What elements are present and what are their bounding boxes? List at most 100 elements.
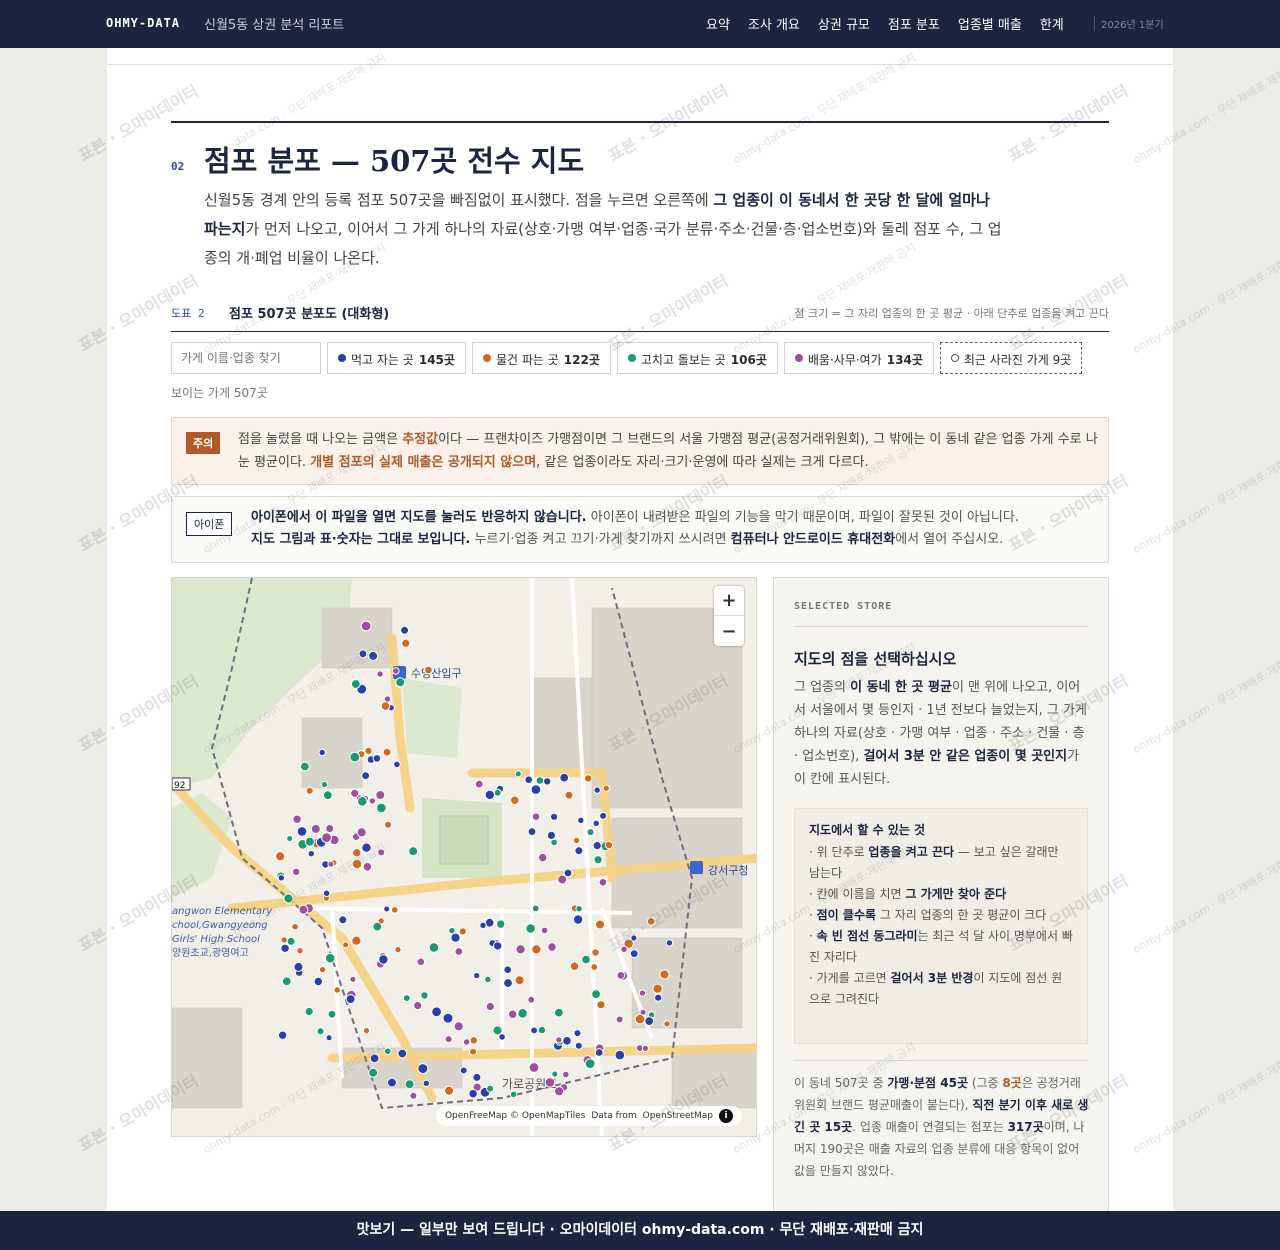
store-dot[interactable] [351,935,362,946]
store-dot[interactable] [338,915,348,925]
store-dot[interactable] [562,1036,572,1046]
store-dot[interactable] [378,954,389,965]
store-dot[interactable] [444,1035,453,1044]
map-canvas[interactable]: 수명산입구 강서구청 angwon Elementary chool,Gwang… [172,578,757,1137]
store-dot[interactable] [468,1088,478,1099]
store-dot[interactable] [584,1058,596,1070]
store-dot[interactable] [291,922,299,931]
store-dot[interactable] [368,1067,379,1078]
store-dot[interactable] [630,934,638,942]
store-dot[interactable] [420,991,429,1000]
store-dot[interactable] [395,677,406,688]
store-dot[interactable] [318,965,327,974]
attribution-link[interactable]: OpenStreetMap [643,1111,713,1121]
store-dot[interactable] [292,814,302,824]
store-dot[interactable] [280,936,288,944]
store-map[interactable]: 수명산입구 강서구청 angwon Elementary chool,Gwang… [171,577,757,1137]
store-dot[interactable] [554,1007,564,1018]
store-dot[interactable] [402,994,411,1003]
store-dot[interactable] [474,779,484,789]
store-dot[interactable] [304,1006,314,1017]
store-dot[interactable] [327,860,335,868]
store-dot[interactable] [300,761,310,772]
store-dot[interactable] [531,812,541,821]
filter-chip-retail[interactable]: 물건 파는 곳 122곳 [471,342,611,374]
store-dot[interactable] [453,1021,464,1032]
store-dot[interactable] [584,774,593,783]
store-dot[interactable] [472,1072,482,1082]
store-dot[interactable] [361,771,371,781]
store-dot[interactable] [351,858,363,870]
store-dot[interactable] [358,649,368,659]
store-search-input[interactable] [171,342,321,374]
store-dot[interactable] [550,838,558,847]
store-dot[interactable] [620,945,628,953]
filter-chip-repair-care[interactable]: 고치고 돌보는 곳 106곳 [616,342,778,374]
store-dot[interactable] [431,1006,443,1018]
store-dot[interactable] [393,760,401,769]
store-dot[interactable] [387,1077,397,1088]
store-dot[interactable] [616,971,626,980]
nav-link-limits[interactable]: 한계 [1040,14,1064,33]
store-dot[interactable] [362,862,373,872]
store-dot[interactable] [362,1026,371,1035]
store-dot[interactable] [307,850,316,858]
store-dot[interactable] [444,1085,454,1096]
store-dot[interactable] [572,914,584,925]
store-dot[interactable] [310,823,321,834]
store-dot[interactable] [325,1034,333,1042]
store-dot[interactable] [543,777,552,786]
store-dot[interactable] [349,975,357,983]
store-dot[interactable] [531,944,542,955]
store-dot[interactable] [479,921,487,929]
store-dot[interactable] [486,1084,495,1093]
store-dot[interactable] [392,667,400,675]
store-dot[interactable] [469,1036,478,1045]
store-dot[interactable] [277,874,286,882]
store-dot[interactable] [528,1062,540,1073]
store-dot[interactable] [493,941,503,951]
store-dot[interactable] [286,936,296,946]
store-dot[interactable] [322,790,333,801]
store-dot[interactable] [598,878,608,887]
store-dot[interactable] [473,972,481,980]
store-dot[interactable] [325,824,335,833]
store-dot[interactable] [404,1079,415,1090]
store-dot[interactable] [538,852,548,863]
store-dot[interactable] [594,1048,604,1057]
store-dot[interactable] [417,1063,429,1075]
store-dot[interactable] [376,802,387,814]
store-dot[interactable] [535,776,545,785]
store-dot[interactable] [364,746,373,755]
nav-link-summary[interactable]: 요약 [706,14,730,33]
store-dot[interactable] [296,826,308,837]
store-dot[interactable] [360,620,372,632]
store-dot[interactable] [350,788,360,798]
store-dot[interactable] [281,976,292,987]
store-dot[interactable] [304,836,315,847]
store-dot[interactable] [322,889,331,898]
store-dot[interactable] [593,786,601,794]
store-dot[interactable] [485,1001,495,1012]
store-dot[interactable] [382,747,392,757]
store-dot[interactable] [345,994,356,1005]
store-dot[interactable] [544,1077,556,1088]
store-dot[interactable] [629,949,639,959]
store-dot[interactable] [318,748,326,757]
store-dot[interactable] [424,665,433,675]
store-dot[interactable] [586,828,595,837]
store-dot[interactable] [527,827,537,837]
store-dot[interactable] [634,1013,646,1025]
store-dot[interactable] [377,848,386,857]
store-dot[interactable] [563,868,573,878]
store-dot[interactable] [525,923,536,934]
store-dot[interactable] [550,812,559,821]
store-dot[interactable] [327,1009,337,1019]
store-dot[interactable] [384,820,392,829]
store-dot[interactable] [372,921,383,932]
store-dot[interactable] [368,797,377,805]
store-dot[interactable] [458,927,467,936]
store-dot[interactable] [450,932,461,943]
store-dot[interactable] [350,679,361,689]
nav-link-overview[interactable]: 조사 개요 [748,14,800,33]
